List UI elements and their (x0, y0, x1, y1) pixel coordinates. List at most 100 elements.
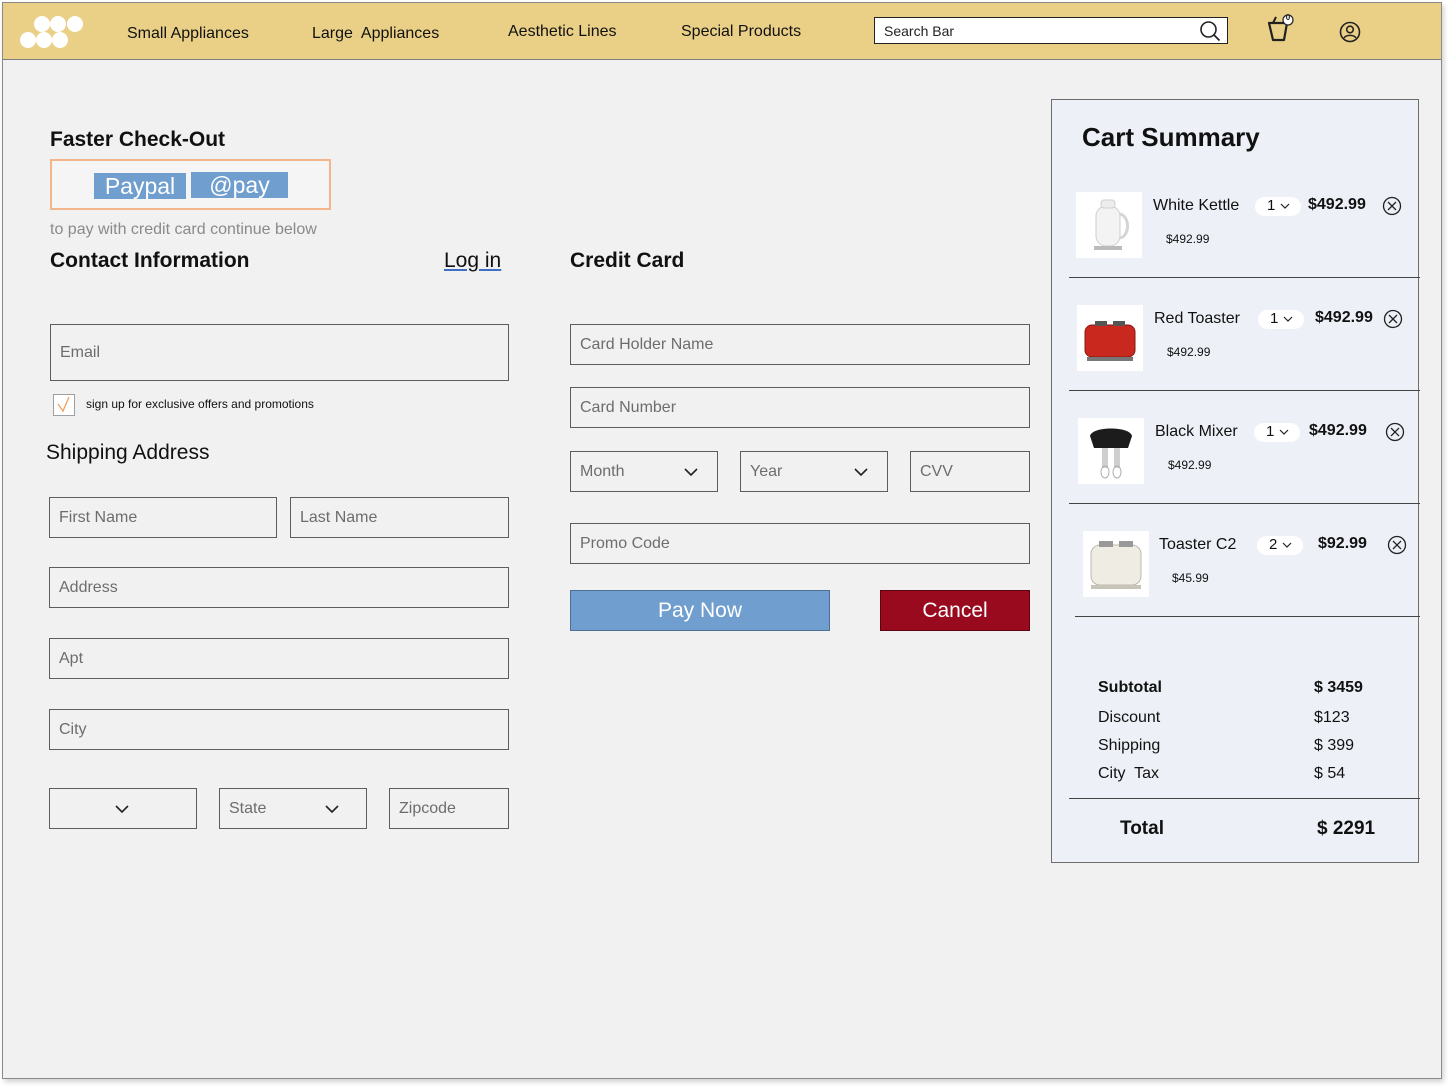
cancel-button[interactable]: Cancel (880, 590, 1030, 631)
cart-count-badge: 0 (1285, 13, 1291, 22)
toaster-icon (1090, 541, 1142, 589)
state-select[interactable]: State (219, 788, 367, 829)
nav-special-products[interactable]: Special Products (681, 23, 801, 41)
chevron-down-icon (854, 467, 868, 476)
top-navigation-bar: Small Appliances Large Appliances Aesthe… (3, 3, 1441, 60)
item-price: $492.99 (1309, 422, 1367, 439)
quantity-select[interactable]: 1 (1258, 310, 1304, 329)
white-kettle-image[interactable] (1076, 192, 1142, 258)
item-name: Toaster C2 (1159, 536, 1237, 553)
black-mixer-image[interactable] (1078, 418, 1144, 484)
discount-value: $123 (1314, 709, 1350, 726)
item-unit-price: $492.99 (1168, 458, 1212, 472)
shipping-address-title: Shipping Address (46, 441, 210, 464)
nav-large-appliances[interactable]: Large Appliances (312, 25, 439, 43)
paypal-button[interactable]: Paypal (94, 173, 186, 199)
remove-item-icon[interactable] (1385, 422, 1405, 442)
card-holder-placeholder: Card Holder Name (580, 335, 714, 353)
chevron-down-icon (1283, 316, 1293, 322)
item-divider (1069, 277, 1420, 278)
item-price: $492.99 (1315, 309, 1373, 326)
mixer-icon (1090, 428, 1132, 479)
card-holder-field[interactable]: Card Holder Name (570, 324, 1030, 365)
cart-summary-title: Cart Summary (1082, 122, 1260, 152)
item-name: White Kettle (1153, 197, 1240, 214)
search-input[interactable]: Search Bar (874, 17, 1228, 44)
promo-code-field[interactable]: Promo Code (570, 523, 1030, 564)
last-name-placeholder: Last Name (300, 508, 378, 526)
credit-card-title: Credit Card (570, 249, 685, 272)
quantity-value: 1 (1266, 423, 1275, 440)
month-placeholder: Month (580, 462, 625, 480)
chevron-down-icon (115, 804, 129, 813)
apay-button[interactable]: @pay (191, 172, 288, 198)
cart-item: Toaster C2 2 $92.99 $45.99 (1052, 531, 1420, 644)
checkmark-icon (57, 396, 70, 413)
year-select[interactable]: Year (740, 451, 888, 492)
login-link[interactable]: Log in (444, 249, 501, 273)
search-placeholder: Search Bar (884, 23, 955, 39)
chevron-down-icon (1280, 203, 1290, 209)
card-number-field[interactable]: Card Number (570, 387, 1030, 428)
shipping-value: $ 399 (1314, 737, 1355, 754)
total-value: $ 2291 (1317, 818, 1376, 839)
total-label: Total (1120, 818, 1164, 839)
quantity-select[interactable]: 1 (1254, 423, 1300, 442)
chevron-down-icon (684, 467, 698, 476)
item-name: Black Mixer (1155, 423, 1238, 440)
item-divider (1069, 503, 1420, 504)
city-field[interactable]: City (49, 709, 509, 750)
chevron-down-icon (1282, 542, 1292, 548)
month-select[interactable]: Month (570, 451, 718, 492)
card-number-placeholder: Card Number (580, 398, 677, 416)
search-icon[interactable] (1199, 20, 1221, 42)
cvv-field[interactable]: CVV (910, 451, 1030, 492)
email-placeholder: Email (60, 343, 101, 361)
discount-label: Discount (1098, 709, 1161, 726)
state-placeholder: State (229, 799, 267, 817)
first-name-field[interactable]: First Name (49, 497, 277, 538)
last-name-field[interactable]: Last Name (290, 497, 509, 538)
chevron-down-icon (1279, 429, 1289, 435)
user-account-icon[interactable] (1339, 21, 1361, 43)
express-pay-box: Paypal @pay (50, 159, 331, 210)
remove-item-icon[interactable] (1387, 535, 1407, 555)
contact-info-title: Contact Information (50, 249, 250, 272)
cart-item: Red Toaster 1 $492.99 $492.99 (1052, 305, 1420, 418)
nav-aesthetic-lines[interactable]: Aesthetic Lines (508, 23, 617, 41)
item-price: $492.99 (1308, 196, 1366, 213)
email-field[interactable]: Email (50, 324, 509, 381)
quantity-value: 1 (1270, 310, 1279, 327)
pay-now-button[interactable]: Pay Now (570, 590, 830, 631)
nav-small-appliances[interactable]: Small Appliances (127, 25, 249, 43)
remove-item-icon[interactable] (1383, 309, 1403, 329)
city-tax-value: $ 54 (1314, 765, 1346, 782)
zipcode-field[interactable]: Zipcode (389, 788, 509, 829)
checkout-page: Small Appliances Large Appliances Aesthe… (2, 2, 1442, 1079)
quantity-value: 2 (1269, 536, 1278, 553)
item-unit-price: $45.99 (1172, 571, 1209, 585)
address-placeholder: Address (59, 578, 118, 596)
chevron-down-icon (325, 804, 339, 813)
cart-item: Black Mixer 1 $492.99 $492.99 (1052, 418, 1420, 531)
apt-placeholder: Apt (59, 649, 84, 667)
first-name-placeholder: First Name (59, 508, 138, 526)
promotions-checkbox[interactable] (53, 394, 75, 416)
quantity-select[interactable]: 1 (1255, 197, 1301, 216)
toaster-c2-image[interactable] (1083, 531, 1149, 597)
item-divider (1075, 616, 1420, 617)
credit-card-hint: to pay with credit card continue below (50, 221, 317, 238)
red-toaster-image[interactable] (1077, 305, 1143, 371)
remove-item-icon[interactable] (1382, 196, 1402, 216)
country-select[interactable] (49, 788, 197, 829)
apt-field[interactable]: Apt (49, 638, 509, 679)
item-name: Red Toaster (1154, 310, 1240, 327)
promotions-label: sign up for exclusive offers and promoti… (86, 397, 314, 411)
item-divider (1069, 390, 1420, 391)
year-placeholder: Year (750, 462, 783, 480)
quantity-select[interactable]: 2 (1257, 536, 1303, 555)
brand-logo[interactable] (19, 15, 87, 49)
address-field[interactable]: Address (49, 567, 509, 608)
shipping-label: Shipping (1098, 737, 1161, 754)
city-placeholder: City (59, 720, 87, 738)
